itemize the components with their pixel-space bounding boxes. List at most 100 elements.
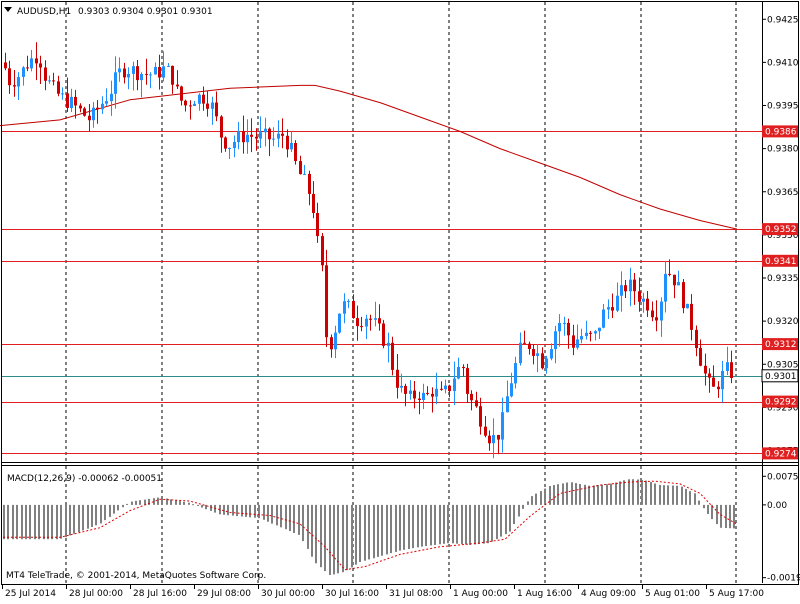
- chart-window[interactable]: 0.9425 0.9410 0.9395 0.9380 0.9365 0.9350 0.93…: [0, 0, 800, 600]
- macd-histogram-bar: [663, 485, 665, 505]
- time-tick-label: 29 Jul 08:00: [197, 589, 251, 599]
- candle-body: [514, 363, 517, 384]
- candle-body: [563, 322, 566, 324]
- macd-histogram-bar: [289, 504, 291, 532]
- candle-body: [519, 342, 522, 364]
- price-tick-label: 0.9410: [767, 58, 799, 68]
- macd-histogram-bar: [91, 504, 93, 527]
- macd-histogram-bar: [390, 504, 392, 554]
- candle-body: [308, 173, 311, 194]
- macd-histogram-bar: [38, 504, 40, 540]
- macd-histogram-bar: [461, 504, 463, 545]
- candle-body: [633, 279, 636, 292]
- macd-histogram-bar: [408, 504, 410, 549]
- candle-body: [48, 80, 51, 82]
- macd-histogram-bar: [320, 504, 322, 568]
- candle-body: [418, 398, 421, 400]
- candle-body: [642, 298, 645, 302]
- candle-body: [721, 371, 724, 390]
- candle-body: [492, 435, 495, 444]
- candle-body: [228, 148, 231, 149]
- candle-body: [479, 406, 482, 427]
- ohlc-values-label: 0.9303 0.9304 0.9301 0.9301: [78, 7, 213, 17]
- macd-histogram-bar: [527, 501, 529, 505]
- macd-histogram-bar: [571, 482, 573, 505]
- macd-histogram-bar: [3, 504, 5, 540]
- candle-body: [167, 65, 170, 67]
- candle-body: [580, 336, 583, 340]
- macd-histogram-bar: [566, 482, 568, 505]
- macd-histogram-bar: [667, 485, 669, 505]
- macd-histogram-bar: [716, 504, 718, 525]
- macd-histogram-bar: [47, 504, 49, 540]
- current-price-label: 0.9301: [765, 372, 797, 382]
- candle-body: [624, 285, 627, 292]
- candle-body: [651, 310, 654, 318]
- time-tick-label: 31 Jul 08:00: [389, 589, 443, 599]
- price-tick-label: 0.9365: [767, 188, 799, 198]
- level-price-label: 0.9386: [765, 127, 797, 137]
- price-tick-label: 0.9335: [767, 274, 799, 284]
- candle-body: [453, 378, 456, 392]
- candle-body: [242, 131, 245, 143]
- macd-histogram-bar: [113, 504, 115, 514]
- macd-histogram-bar: [579, 484, 581, 505]
- candle-body: [184, 100, 187, 106]
- candle-body: [686, 303, 689, 309]
- candle-body: [444, 385, 447, 390]
- candle-body: [550, 349, 553, 359]
- level-price-label: 0.9341: [765, 257, 797, 267]
- candle-body: [39, 63, 42, 68]
- macd-histogram-bar: [522, 504, 524, 509]
- price-tick-label: 0.9425: [767, 15, 799, 25]
- macd-histogram-bar: [7, 504, 9, 540]
- candle-body: [382, 323, 385, 346]
- macd-histogram-bar: [632, 479, 634, 505]
- candle-body: [356, 318, 359, 327]
- candle-body: [598, 327, 601, 332]
- candle-body: [426, 392, 429, 394]
- macd-histogram-bar: [43, 504, 45, 540]
- candle-body: [352, 300, 355, 319]
- macd-histogram-bar: [271, 504, 273, 524]
- candle-body: [224, 137, 227, 149]
- candle-body: [695, 329, 698, 348]
- macd-histogram-bar: [500, 504, 502, 537]
- candle-body: [629, 279, 632, 292]
- macd-histogram-bar: [342, 504, 344, 573]
- chart-canvas[interactable]: 0.94250.94100.93950.93800.93650.93500.93…: [0, 0, 800, 600]
- candle-body: [206, 103, 209, 109]
- macd-histogram-bar: [188, 502, 190, 505]
- macd-histogram-bar: [703, 504, 705, 509]
- macd-histogram-bar: [509, 504, 511, 532]
- candle-body: [215, 102, 218, 117]
- time-tick-label: 1 Aug 16:00: [517, 589, 572, 599]
- macd-histogram-bar: [606, 484, 608, 505]
- macd-histogram-bar: [478, 504, 480, 544]
- macd-histogram-bar: [395, 504, 397, 552]
- macd-histogram-bar: [157, 497, 159, 505]
- candle-body: [44, 67, 47, 81]
- candle-body: [704, 365, 707, 374]
- candle-body: [334, 332, 337, 350]
- candle-body: [22, 67, 25, 77]
- macd-histogram-bar: [707, 504, 709, 514]
- candle-body: [35, 58, 38, 64]
- time-tick-label: 28 Jul 16:00: [133, 589, 187, 599]
- macd-histogram-bar: [456, 504, 458, 544]
- candle-body: [162, 66, 165, 78]
- macd-histogram-bar: [241, 504, 243, 517]
- candle-body: [96, 107, 99, 110]
- candle-body: [466, 368, 469, 394]
- macd-title-label: MACD(12,26,9) -0.00062 -0.00051: [7, 474, 162, 484]
- macd-histogram-bar: [447, 504, 449, 544]
- candle-body: [528, 343, 531, 349]
- macd-histogram-bar: [483, 504, 485, 544]
- macd-histogram-bar: [364, 504, 366, 561]
- macd-histogram-bar: [122, 504, 124, 508]
- macd-histogram-bar: [267, 504, 269, 522]
- price-tick-label: 0.9320: [767, 317, 799, 327]
- candle-body: [136, 66, 139, 81]
- candle-body: [158, 67, 161, 78]
- macd-histogram-bar: [531, 496, 533, 505]
